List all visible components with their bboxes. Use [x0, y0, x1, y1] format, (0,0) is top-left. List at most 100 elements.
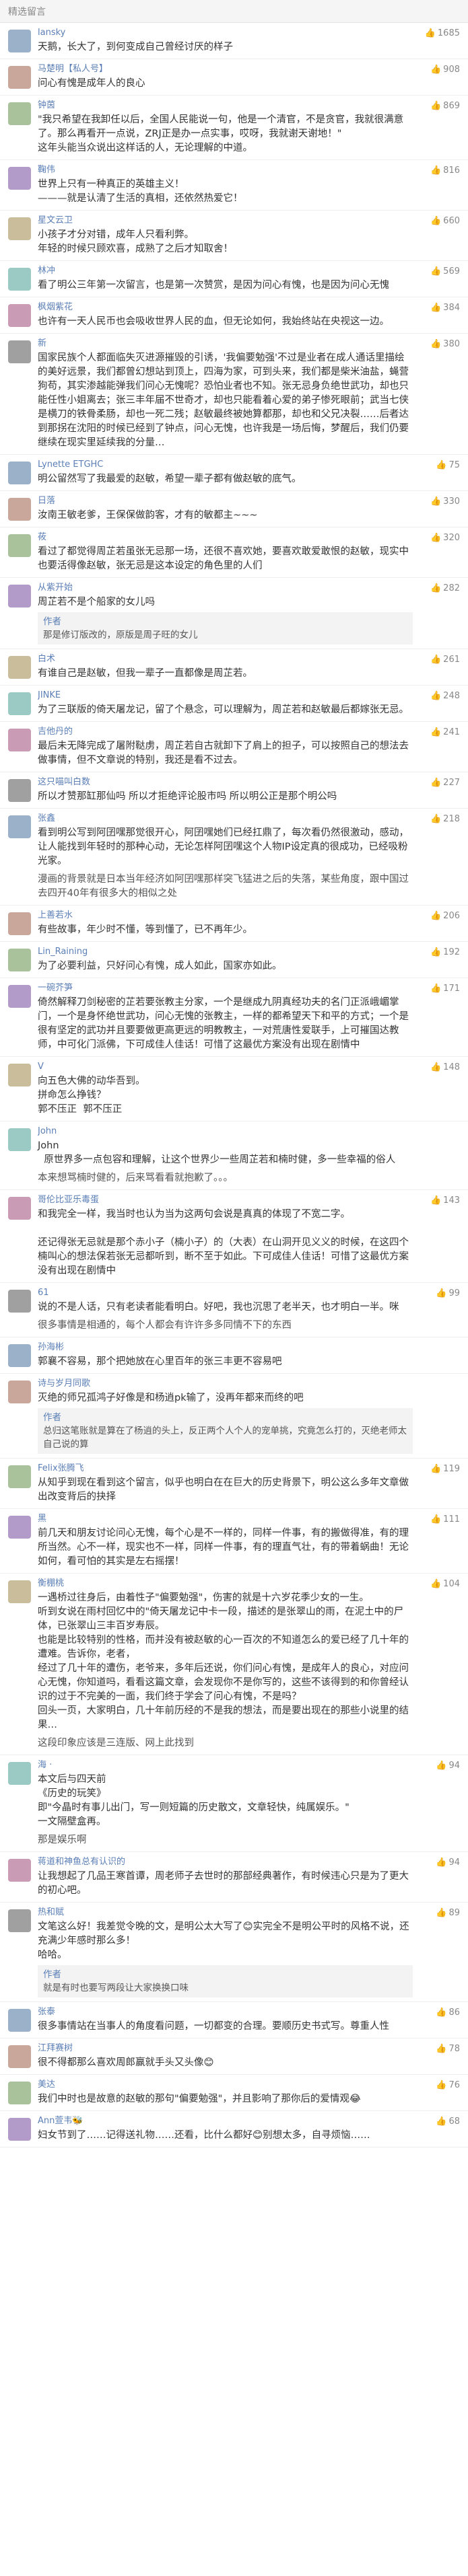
avatar[interactable] [8, 167, 31, 190]
comment-author: 江拜赛树 [38, 2043, 73, 2053]
avatar[interactable] [8, 217, 31, 240]
avatar[interactable] [8, 1580, 31, 1603]
comment-author: 莜 [38, 532, 47, 542]
avatar[interactable] [8, 1290, 31, 1313]
comment-item: 热和赋 文笔这么好！我差觉令晚的文，是明公太大写了😊实完全不是明公平时的风格不说，… [0, 1903, 468, 2002]
comment-author: 海 · [38, 1760, 53, 1770]
like-button[interactable]: 👍 816 [430, 165, 460, 176]
avatar[interactable] [8, 692, 31, 715]
avatar[interactable] [8, 949, 31, 971]
like-button[interactable]: 👍 111 [430, 1514, 460, 1524]
like-button[interactable]: 👍 261 [430, 655, 460, 665]
avatar[interactable] [8, 2009, 31, 2032]
like-button[interactable]: 👍 227 [430, 778, 460, 788]
like-button[interactable]: 👍 94 [436, 1761, 460, 1771]
avatar[interactable] [8, 462, 31, 484]
comment-text: 妇女节到了……记得送礼物……还看，比什么都好😊别想太多，自寻烦恼…… [38, 2130, 370, 2141]
comment-item: 孙海彬 郭襄不容易，那个把她放在心里百年的张三丰更不容易吧 [0, 1337, 468, 1374]
like-count: 104 [443, 1579, 460, 1589]
like-button[interactable]: 👍 218 [430, 814, 460, 824]
like-button[interactable]: 👍 78 [436, 2044, 460, 2054]
like-button[interactable]: 👍 282 [430, 583, 460, 593]
avatar[interactable] [8, 102, 31, 125]
comment-text: 小孩子才分对错，成年人只看利弊。 年轻的时候只顾欢喜，成熟了之后才知取舍！ [38, 229, 233, 254]
like-count: 206 [443, 911, 460, 921]
avatar[interactable] [8, 534, 31, 557]
avatar[interactable] [8, 1128, 31, 1151]
avatar[interactable] [8, 2118, 31, 2141]
reply-author: 作者 [43, 1412, 61, 1423]
like-button[interactable]: 👍 192 [430, 947, 460, 957]
comment-item: 这只喵叫白数 所以才赞那缸那仙吗 所以才拒绝评论股市吗 所以明公正是那个明公吗 👍 2… [0, 772, 468, 809]
avatar[interactable] [8, 1344, 31, 1367]
like-button[interactable]: 👍 660 [430, 216, 460, 226]
like-button[interactable]: 👍 248 [430, 691, 460, 701]
comment-text: 明公留然写了我最爱的赵敏，希望一辈子都有做赵敏的底气。 [38, 474, 302, 484]
like-button[interactable]: 👍 241 [430, 727, 460, 737]
avatar[interactable] [8, 912, 31, 935]
like-button[interactable]: 👍 171 [430, 984, 460, 994]
like-button[interactable]: 👍 99 [436, 1288, 460, 1298]
comment-text: 很不得都那么喜欢周郎赢就手头又头像😊 [38, 2057, 214, 2068]
avatar[interactable] [8, 1381, 31, 1403]
like-button[interactable]: 👍 320 [430, 533, 460, 543]
reply-author: 作者 [43, 616, 61, 627]
avatar[interactable] [8, 30, 31, 52]
avatar[interactable] [8, 1762, 31, 1785]
like-button[interactable]: 👍 569 [430, 266, 460, 277]
comment-text: 倚然解释刀剑秘密的芷若要张教主分家，一个是继成九阴真经功夫的名门正派峨嵋掌门，一… [38, 997, 409, 1050]
avatar[interactable] [8, 1909, 31, 1932]
like-button[interactable]: 👍 384 [430, 303, 460, 313]
avatar[interactable] [8, 340, 31, 363]
like-button[interactable]: 👍 94 [436, 1857, 460, 1868]
avatar[interactable] [8, 1064, 31, 1087]
comment-text: 一遇桥过往身后，由着性子"偏要勉强"，伤害的就是十六岁花季少女的一生。 听到女说… [38, 1592, 409, 1730]
comment-author: 张鑫 [38, 813, 56, 823]
like-count: 908 [443, 65, 460, 75]
like-button[interactable]: 👍 89 [436, 1908, 460, 1918]
like-button[interactable]: 👍 143 [430, 1195, 460, 1206]
comment-text: 看了明公三年第一次留言，也是第一次赞赏，是因为问心有愧，也是因为问心无愧 [38, 280, 389, 291]
avatar[interactable] [8, 779, 31, 802]
like-button[interactable]: 👍 206 [430, 911, 460, 921]
avatar[interactable] [8, 985, 31, 1008]
like-button[interactable]: 👍 380 [430, 339, 460, 349]
avatar[interactable] [8, 1197, 31, 1220]
like-button[interactable]: 👍 86 [436, 2008, 460, 2018]
avatar[interactable] [8, 1516, 31, 1539]
like-button[interactable]: 👍 119 [430, 1464, 460, 1474]
avatar[interactable] [8, 656, 31, 679]
avatar[interactable] [8, 2045, 31, 2068]
like-count: 241 [443, 727, 460, 737]
comment-author: 鞠伟 [38, 165, 56, 175]
like-button[interactable]: 👍 104 [430, 1579, 460, 1589]
comment-author: 枫烟紫花 [38, 302, 73, 312]
like-count: 320 [443, 533, 460, 543]
comment-text: 文笔这么好！我差觉令晚的文，是明公太大写了😊实完全不是明公平时的风格不说，还充满… [38, 1921, 409, 1960]
like-button[interactable]: 👍 1685 [425, 28, 460, 38]
avatar[interactable] [8, 66, 31, 89]
avatar[interactable] [8, 1859, 31, 1882]
avatar[interactable] [8, 304, 31, 327]
comment-list: lansky 天鹅，长大了，到何变成自己曾经讨厌的样子 👍 1685 马楚明【私人号】问… [0, 23, 468, 2147]
like-button[interactable]: 👍 76 [436, 2080, 460, 2090]
comment-followup: 本来想骂楠时健的，后来骂看看就抱歉了。。。 [38, 1173, 233, 1183]
comment-author: 钟茵 [38, 100, 56, 110]
avatar[interactable] [8, 585, 31, 608]
avatar[interactable] [8, 729, 31, 751]
avatar[interactable] [8, 2082, 31, 2104]
author-reply: 作者 那是修订版改的，原版是周子旺的女儿 [38, 612, 413, 645]
avatar[interactable] [8, 268, 31, 291]
avatar[interactable] [8, 1465, 31, 1488]
like-button[interactable]: 👍 869 [430, 101, 460, 111]
comment-text: John 原世界多一点包容和理解，让这个世界少一些周芷若和楠时健，多一些幸福的俗… [38, 1140, 396, 1165]
avatar[interactable] [8, 815, 31, 838]
like-button[interactable]: 👍 330 [430, 496, 460, 507]
like-button[interactable]: 👍 908 [430, 65, 460, 75]
like-button[interactable]: 👍 75 [436, 460, 460, 470]
thumb-up-icon: 👍 [430, 216, 442, 226]
like-button[interactable]: 👍 148 [430, 1062, 460, 1072]
like-button[interactable]: 👍 68 [436, 2117, 460, 2127]
avatar[interactable] [8, 498, 31, 521]
comment-author: V [38, 1062, 44, 1072]
